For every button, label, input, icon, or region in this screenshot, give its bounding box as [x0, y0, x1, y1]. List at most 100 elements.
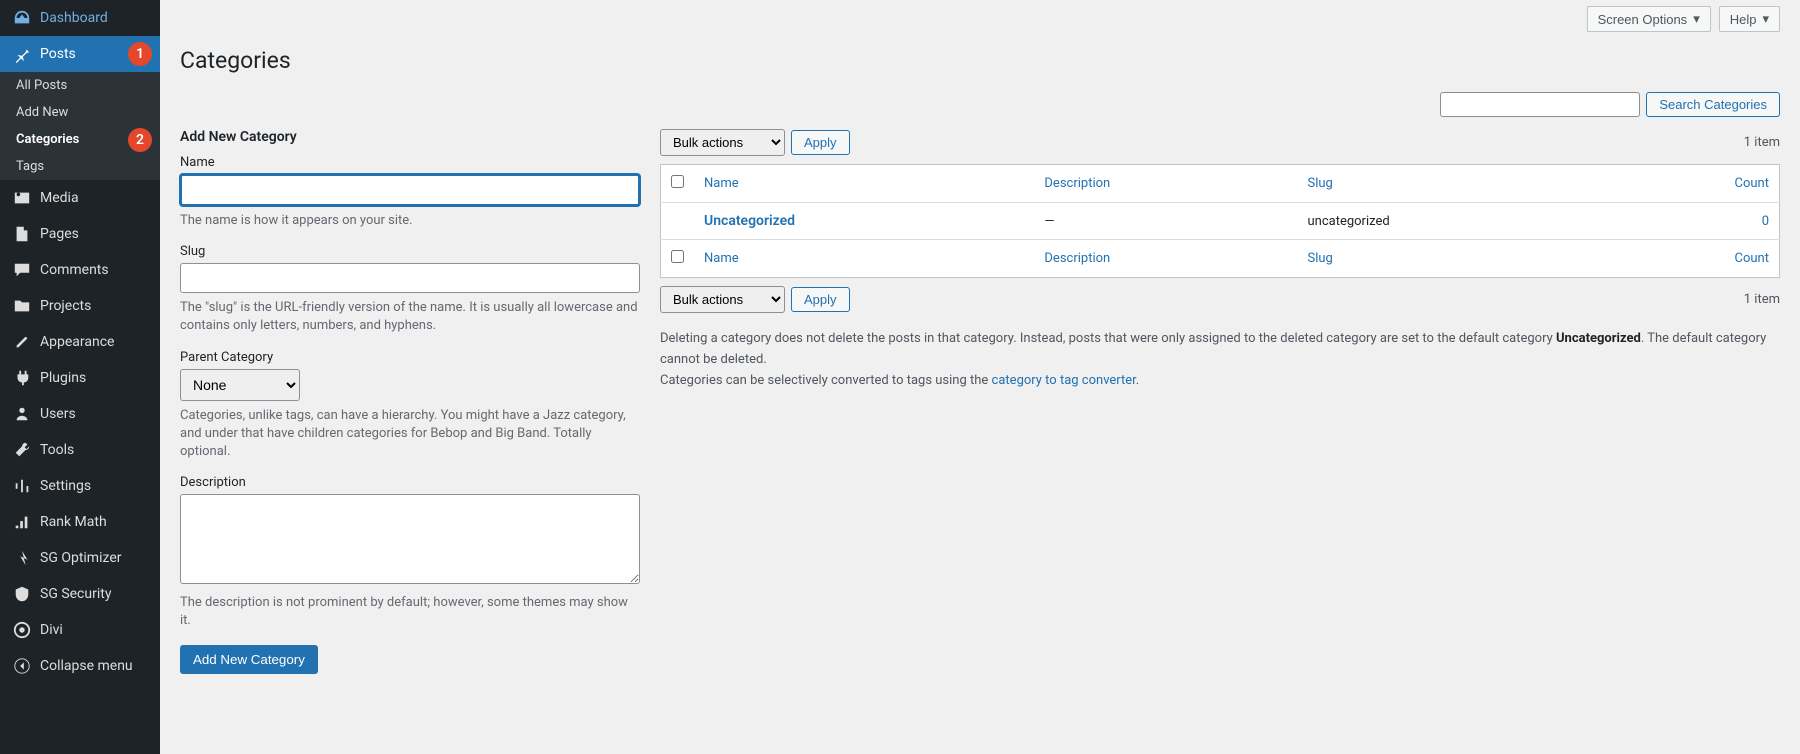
sidebar-label: Rank Math	[40, 514, 107, 530]
users-icon	[12, 404, 32, 424]
help-button[interactable]: Help ▾	[1719, 6, 1780, 32]
plugins-icon	[12, 368, 32, 388]
sidebar-item-sgoptimizer[interactable]: SG Optimizer	[0, 540, 160, 576]
parent-label: Parent Category	[180, 350, 640, 365]
page-title: Categories	[180, 38, 1780, 78]
admin-sidebar: Dashboard Posts 1 All Posts Add New Cate…	[0, 0, 160, 754]
sidebar-item-projects[interactable]: Projects	[0, 288, 160, 324]
sidebar-item-collapse[interactable]: Collapse menu	[0, 648, 160, 684]
note-text: Categories can be selectively converted …	[660, 373, 992, 388]
sidebar-label: Comments	[40, 262, 109, 278]
desc-textarea[interactable]	[180, 494, 640, 584]
name-help: The name is how it appears on your site.	[180, 212, 640, 230]
parent-field-wrap: Parent Category None Categories, unlike …	[180, 350, 640, 462]
sidebar-label: Appearance	[40, 334, 114, 350]
projects-icon	[12, 296, 32, 316]
categories-badge: 2	[128, 128, 152, 152]
chevron-down-icon: ▾	[1762, 11, 1769, 27]
add-category-form: Add New Category Name The name is how it…	[180, 129, 640, 674]
table-row: Uncategorized — uncategorized 0	[661, 203, 1780, 240]
add-category-button[interactable]: Add New Category	[180, 645, 318, 674]
sidebar-item-plugins[interactable]: Plugins	[0, 360, 160, 396]
apply-button-bottom[interactable]: Apply	[791, 287, 850, 312]
bulk-actions-select-bottom[interactable]: Bulk actions	[660, 286, 785, 313]
sidebar-item-pages[interactable]: Pages	[0, 216, 160, 252]
sidebar-item-comments[interactable]: Comments	[0, 252, 160, 288]
desc-label: Description	[180, 475, 640, 490]
pushpin-icon	[12, 44, 32, 64]
search-input[interactable]	[1440, 92, 1640, 117]
col-slug-header[interactable]: Slug	[1307, 176, 1332, 191]
pages-icon	[12, 224, 32, 244]
name-input[interactable]	[180, 174, 640, 206]
col-count-header[interactable]: Count	[1735, 176, 1769, 191]
col-count-footer[interactable]: Count	[1735, 251, 1769, 266]
select-all-bottom[interactable]	[671, 250, 684, 263]
sidebar-item-sgsecurity[interactable]: SG Security	[0, 576, 160, 612]
sidebar-item-posts[interactable]: Posts 1	[0, 36, 160, 72]
sidebar-item-appearance[interactable]: Appearance	[0, 324, 160, 360]
screen-options-label: Screen Options	[1598, 12, 1688, 27]
form-heading: Add New Category	[180, 129, 640, 145]
sidebar-label: Pages	[40, 226, 79, 242]
main-content: Screen Options ▾ Help ▾ Categories Searc…	[160, 0, 1800, 754]
row-desc: —	[1034, 203, 1297, 240]
footer-note: Deleting a category does not delete the …	[660, 329, 1780, 391]
col-desc-footer[interactable]: Description	[1044, 251, 1110, 266]
apply-button-top[interactable]: Apply	[791, 130, 850, 155]
categories-table: Name Description Slug Count Uncategorize…	[660, 164, 1780, 278]
search-categories-button[interactable]: Search Categories	[1646, 92, 1780, 117]
sidebar-label: Tools	[40, 442, 74, 458]
sidebar-item-users[interactable]: Users	[0, 396, 160, 432]
slug-input[interactable]	[180, 263, 640, 293]
content-columns: Add New Category Name The name is how it…	[180, 129, 1780, 674]
collapse-icon	[12, 656, 32, 676]
select-all-top[interactable]	[671, 175, 684, 188]
col-desc-header[interactable]: Description	[1044, 176, 1110, 191]
screen-options-button[interactable]: Screen Options ▾	[1587, 6, 1711, 32]
help-label: Help	[1730, 12, 1757, 27]
name-label: Name	[180, 155, 640, 170]
dashboard-icon	[12, 8, 32, 28]
divi-icon	[12, 620, 32, 640]
sidebar-item-tools[interactable]: Tools	[0, 432, 160, 468]
slug-label: Slug	[180, 244, 640, 259]
row-count-link[interactable]: 0	[1762, 214, 1769, 229]
bulk-actions-select-top[interactable]: Bulk actions	[660, 129, 785, 156]
slug-field-wrap: Slug The "slug" is the URL-friendly vers…	[180, 244, 640, 335]
tag-converter-link[interactable]: category to tag converter	[992, 373, 1136, 388]
sgsecurity-icon	[12, 584, 32, 604]
sidebar-label: SG Security	[40, 586, 111, 602]
note-text: .	[1136, 373, 1139, 388]
sgoptimizer-icon	[12, 548, 32, 568]
sidebar-item-settings[interactable]: Settings	[0, 468, 160, 504]
sidebar-label: SG Optimizer	[40, 550, 121, 566]
sidebar-item-divi[interactable]: Divi	[0, 612, 160, 648]
appearance-icon	[12, 332, 32, 352]
submenu-all-posts[interactable]: All Posts	[0, 72, 160, 99]
settings-icon	[12, 476, 32, 496]
col-slug-footer[interactable]: Slug	[1307, 251, 1332, 266]
tablenav-top: Bulk actions Apply 1 item	[660, 129, 1780, 156]
posts-submenu: All Posts Add New Categories 2 Tags	[0, 72, 160, 180]
desc-help: The description is not prominent by defa…	[180, 594, 640, 630]
submenu-tags[interactable]: Tags	[0, 153, 160, 180]
row-name-link[interactable]: Uncategorized	[704, 213, 795, 229]
submenu-label: Categories	[16, 132, 79, 147]
col-name-header[interactable]: Name	[704, 176, 739, 191]
item-count-bottom: 1 item	[1744, 292, 1780, 307]
sidebar-item-rankmath[interactable]: Rank Math	[0, 504, 160, 540]
sidebar-item-dashboard[interactable]: Dashboard	[0, 0, 160, 36]
note-text: Deleting a category does not delete the …	[660, 331, 1556, 346]
col-name-footer[interactable]: Name	[704, 251, 739, 266]
submenu-add-new[interactable]: Add New	[0, 99, 160, 126]
sidebar-item-media[interactable]: Media	[0, 180, 160, 216]
search-bar: Search Categories	[180, 92, 1780, 117]
tools-icon	[12, 440, 32, 460]
submenu-categories[interactable]: Categories 2	[0, 126, 160, 153]
item-count-top: 1 item	[1744, 135, 1780, 150]
tablenav-bottom: Bulk actions Apply 1 item	[660, 286, 1780, 313]
parent-select[interactable]: None	[180, 369, 300, 401]
comments-icon	[12, 260, 32, 280]
chevron-down-icon: ▾	[1693, 11, 1700, 27]
